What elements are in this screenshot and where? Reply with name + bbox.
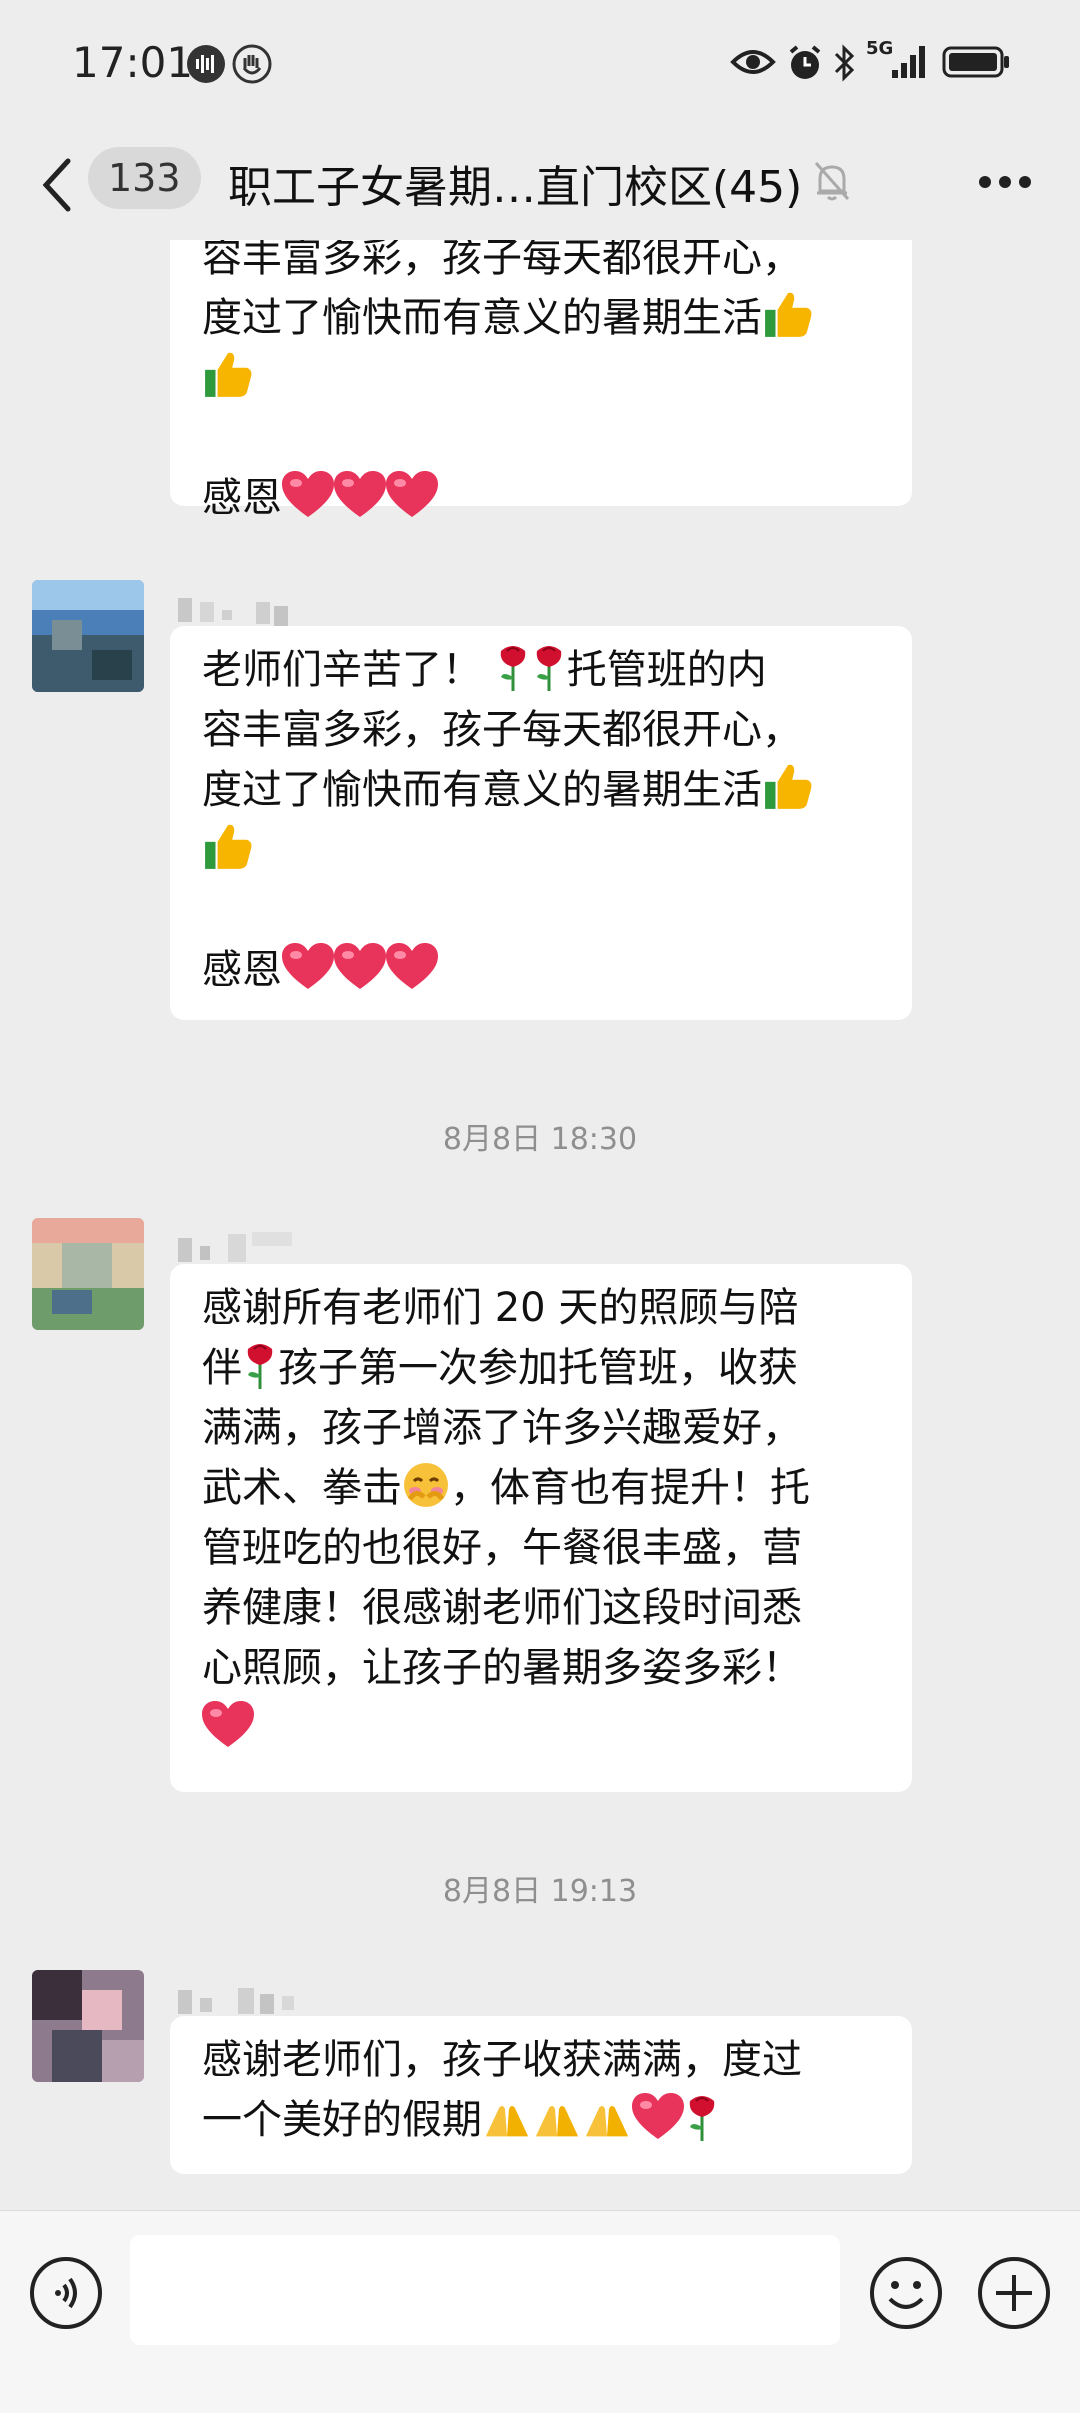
message-text: 武术、拳击 (202, 1465, 402, 1511)
rose-icon (531, 643, 567, 691)
plus-icon[interactable] (976, 2255, 1052, 2331)
heart-icon (334, 471, 386, 519)
message-text: 托管班的内 (566, 647, 767, 693)
sender-name (178, 598, 288, 626)
group-title: 职工子女暑期…直门校区(45) (228, 162, 803, 213)
message-text: 养健康！很感谢老师们这段时间悉 (202, 1585, 802, 1631)
message-input[interactable] (130, 2235, 840, 2345)
message-text: 感谢老师们，孩子收获满满，度过 (202, 2037, 802, 2083)
heart-icon (282, 471, 334, 519)
pray-icon (582, 2101, 632, 2141)
sender-name (178, 1232, 292, 1262)
message-text: 管班吃的也很好，午餐很丰盛，营 (202, 1525, 802, 1571)
timestamp: 8月8日 18:30 (442, 1122, 638, 1157)
alarm-icon (789, 45, 821, 79)
message-bubble[interactable]: 容丰富多彩，孩子每天都很开心， 度过了愉快而有意义的暑期生活 感恩 (170, 240, 912, 521)
eye-icon (730, 50, 776, 74)
message-text: 容丰富多彩，孩子每天都很开心， (202, 240, 802, 281)
status-time: 17:01 (72, 38, 194, 87)
avatar[interactable] (32, 1970, 144, 2082)
status-bar: 17:01 5G (0, 0, 1080, 125)
message-text: 孩子第一次参加托管班，收获 (278, 1345, 798, 1391)
heart-icon (632, 2093, 684, 2141)
chat-header: 133 职工子女暑期…直门校区(45) (0, 125, 1080, 240)
message-text: 感恩 (202, 475, 282, 521)
message-bubble[interactable]: 感谢所有老师们 20 天的照顾与陪 伴孩子第一次参加托管班，收获 满满，孩子增添… (170, 1264, 912, 1792)
emoji-icon[interactable] (868, 2255, 944, 2331)
avatar[interactable] (32, 580, 144, 692)
signal-icon (892, 46, 925, 78)
bluetooth-icon (834, 44, 855, 82)
more-icon[interactable] (978, 175, 1032, 189)
message-text: 感谢所有老师们 20 天的照顾与陪 (202, 1285, 799, 1331)
thumbs-up-icon (202, 349, 254, 399)
message-text: 伴 (202, 1345, 242, 1391)
thumbs-up-icon (202, 821, 254, 871)
heart-icon (282, 943, 334, 991)
message-text: 度过了愉快而有意义的暑期生活 (202, 295, 762, 341)
voice-record-indicator-icon (187, 45, 225, 83)
message-bubble[interactable]: 老师们辛苦了！ 托管班的内 容丰富多彩，孩子每天都很开心， 度过了愉快而有意义的… (170, 626, 912, 1020)
input-bar (0, 2210, 1080, 2413)
timestamp: 8月8日 19:13 (442, 1874, 638, 1909)
back-icon[interactable] (38, 155, 78, 215)
message-text: 容丰富多彩，孩子每天都很开心， (202, 707, 802, 753)
mute-icon (814, 162, 850, 201)
pray-icon (482, 2101, 532, 2141)
heart-icon (386, 943, 438, 991)
avatar[interactable] (32, 1218, 144, 1330)
rose-icon (684, 2093, 720, 2141)
rose-icon (242, 1341, 278, 1389)
rose-icon (495, 643, 531, 691)
message-list[interactable]: 容丰富多彩，孩子每天都很开心， 度过了愉快而有意义的暑期生活 感恩 老师们辛苦了… (0, 240, 1080, 2210)
message-bubble[interactable]: 感谢老师们，孩子收获满满，度过 一个美好的假期 (170, 2016, 912, 2174)
unread-count-badge[interactable]: 133 (88, 147, 201, 209)
heart-icon (202, 1701, 254, 1749)
message-text: 老师们辛苦了！ (202, 647, 482, 693)
heart-icon (334, 943, 386, 991)
hand-icon (232, 44, 272, 84)
shy-face-icon (402, 1461, 450, 1509)
message-text: 心照顾，让孩子的暑期多姿多彩！ (202, 1645, 802, 1691)
message-text: 满满，孩子增添了许多兴趣爱好， (202, 1405, 802, 1451)
heart-icon (386, 471, 438, 519)
battery-icon (942, 46, 1009, 78)
message-text: 度过了愉快而有意义的暑期生活 (202, 767, 762, 813)
pray-icon (532, 2101, 582, 2141)
sender-name (178, 1988, 294, 2014)
message-text: 感恩 (202, 947, 282, 993)
message-text: ，体育也有提升！托 (450, 1465, 810, 1511)
message-text: 一个美好的假期 (202, 2097, 482, 2143)
voice-icon[interactable] (28, 2255, 104, 2331)
thumbs-up-icon (762, 289, 814, 339)
thumbs-up-icon (762, 761, 814, 811)
